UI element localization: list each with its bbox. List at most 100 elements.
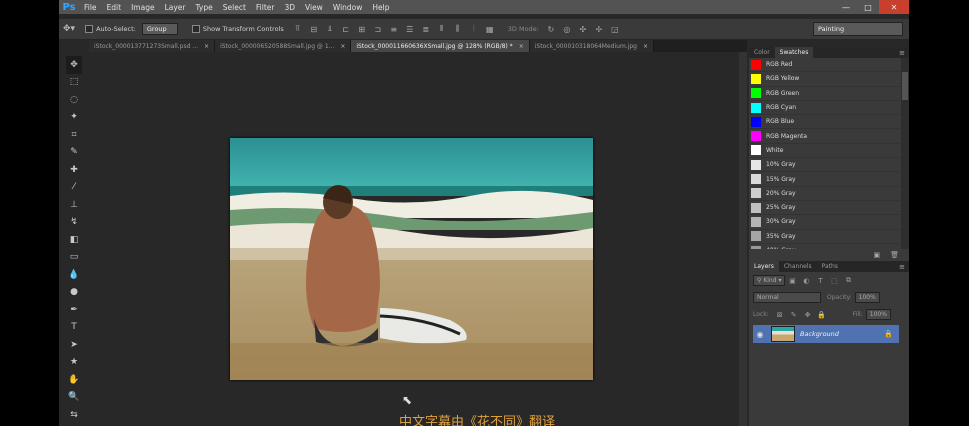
panel-menu-icon[interactable]: ≡ xyxy=(899,49,909,57)
swatch-row[interactable]: 10% Gray xyxy=(749,158,909,173)
panel-menu-icon[interactable]: ≡ xyxy=(899,263,909,271)
swatch-row[interactable]: RGB Blue xyxy=(749,115,909,130)
clone-stamp-tool-icon[interactable]: ⊥ xyxy=(66,196,82,214)
align-bottom-icon[interactable]: ⫫ xyxy=(322,24,338,34)
close-button[interactable]: ✕ xyxy=(879,0,909,14)
minimize-button[interactable]: — xyxy=(835,0,857,14)
swatch-row[interactable]: 25% Gray xyxy=(749,201,909,216)
filter-pixel-icon[interactable]: ▣ xyxy=(785,277,799,285)
marquee-tool-icon[interactable]: ⬚ xyxy=(66,74,82,92)
brush-tool-icon[interactable]: ⁄ xyxy=(66,179,82,197)
menu-edit[interactable]: Edit xyxy=(102,3,127,12)
tab-layers[interactable]: Layers xyxy=(749,261,779,272)
canvas-scrollbar[interactable] xyxy=(739,52,747,426)
3d-rotate-icon[interactable]: ↻ xyxy=(543,25,559,34)
tab-color[interactable]: Color xyxy=(749,47,775,58)
tab-channels[interactable]: Channels xyxy=(779,261,817,272)
lock-pixels-icon[interactable]: ✎ xyxy=(787,311,801,319)
distribute-bottom-icon[interactable]: ≣ xyxy=(418,25,434,34)
align-right-icon[interactable]: ⊐ xyxy=(370,25,386,34)
auto-select-dropdown[interactable]: Group xyxy=(141,23,178,35)
workspace-dropdown[interactable]: Painting xyxy=(813,22,903,36)
document-image[interactable] xyxy=(230,138,593,380)
new-swatch-icon[interactable]: ▣ xyxy=(873,251,880,259)
blur-tool-icon[interactable]: 💧 xyxy=(66,266,82,284)
zoom-tool-icon[interactable]: 🔍 xyxy=(66,389,82,407)
document-tab-active[interactable]: iStock_000011660636XSmall.jpg @ 128% (RG… xyxy=(351,40,530,52)
menu-window[interactable]: Window xyxy=(328,3,368,12)
swatch-scrollbar[interactable] xyxy=(901,58,909,249)
distribute-vcenter-icon[interactable]: ☰ xyxy=(402,25,418,34)
auto-align-icon[interactable]: ▦ xyxy=(482,25,498,34)
close-tab-icon[interactable]: × xyxy=(340,43,345,50)
move-tool-preset-icon[interactable]: ✥▾ xyxy=(59,24,79,34)
swatch-row[interactable]: 30% Gray xyxy=(749,215,909,230)
show-transform-checkbox[interactable] xyxy=(191,25,200,33)
kind-filter-dropdown[interactable]: ⚲ Kind ▾ xyxy=(753,275,786,286)
tab-paths[interactable]: Paths xyxy=(817,261,843,272)
hand-tool-icon[interactable]: ✋ xyxy=(66,371,82,389)
distribute-hcenter-icon[interactable]: ⫼ xyxy=(450,24,466,34)
opacity-field[interactable]: 100% xyxy=(854,292,880,303)
swatch-row[interactable]: RGB Yellow xyxy=(749,72,909,87)
swatch-row[interactable]: RGB Magenta xyxy=(749,129,909,144)
3d-roll-icon[interactable]: ◎ xyxy=(559,25,575,34)
lock-transparency-icon[interactable]: ⊠ xyxy=(773,311,787,319)
menu-image[interactable]: Image xyxy=(126,3,160,12)
move-tool-icon[interactable]: ✥ xyxy=(66,56,82,74)
pen-tool-icon[interactable]: ✒ xyxy=(66,301,82,319)
maximize-button[interactable]: □ xyxy=(857,0,879,14)
swap-colors-icon[interactable]: ⇆ xyxy=(66,406,82,424)
filter-adjustment-icon[interactable]: ◐ xyxy=(799,277,813,285)
swatch-row[interactable]: RGB Cyan xyxy=(749,101,909,116)
magic-wand-tool-icon[interactable]: ✦ xyxy=(66,109,82,127)
type-tool-icon[interactable]: T xyxy=(66,319,82,337)
swatch-row[interactable]: 35% Gray xyxy=(749,230,909,244)
lock-position-icon[interactable]: ✥ xyxy=(801,311,815,319)
distribute-top-icon[interactable]: ≡ xyxy=(386,25,402,34)
document-tab[interactable]: iStock_000006520588Small.jpg @ 1... × xyxy=(215,40,352,52)
swatch-row[interactable]: White xyxy=(749,144,909,159)
document-tab[interactable]: iStock_000013771273Small.psd ... × xyxy=(89,40,216,52)
eyedropper-tool-icon[interactable]: ✎ xyxy=(66,144,82,162)
swatch-row[interactable]: 40% Gray xyxy=(749,244,909,249)
filter-smart-object-icon[interactable]: ⧉ xyxy=(841,276,855,285)
blend-mode-dropdown[interactable]: Normal xyxy=(753,292,821,303)
3d-slide-icon[interactable]: ✢ xyxy=(591,25,607,34)
swatch-row[interactable]: RGB Green xyxy=(749,87,909,101)
menu-select[interactable]: Select xyxy=(218,3,251,12)
menu-layer[interactable]: Layer xyxy=(160,3,191,12)
align-vcenter-icon[interactable]: ⊟ xyxy=(306,25,322,34)
menu-type[interactable]: Type xyxy=(191,3,218,12)
swatch-scroll-thumb[interactable] xyxy=(902,72,908,100)
lasso-tool-icon[interactable]: ◌ xyxy=(66,91,82,109)
history-brush-tool-icon[interactable]: ↯ xyxy=(66,214,82,232)
tab-swatches[interactable]: Swatches xyxy=(774,47,814,58)
align-top-icon[interactable]: ⫪ xyxy=(290,24,306,34)
menu-file[interactable]: File xyxy=(79,3,102,12)
filter-type-icon[interactable]: T xyxy=(813,277,827,285)
fill-field[interactable]: 100% xyxy=(865,309,891,320)
crop-tool-icon[interactable]: ⌗ xyxy=(66,126,82,144)
filter-shape-icon[interactable]: ⬚ xyxy=(827,277,841,285)
eraser-tool-icon[interactable]: ◧ xyxy=(66,231,82,249)
swatch-row[interactable]: 15% Gray xyxy=(749,172,909,187)
menu-3d[interactable]: 3D xyxy=(279,3,300,12)
distribute-left-icon[interactable]: ⦀ xyxy=(434,24,450,34)
align-hcenter-icon[interactable]: ⊞ xyxy=(354,25,370,34)
gradient-tool-icon[interactable]: ▭ xyxy=(66,249,82,267)
swatch-row[interactable]: RGB Red xyxy=(749,58,909,73)
close-tab-icon[interactable]: × xyxy=(204,43,209,50)
distribute-right-icon[interactable]: ⦙ xyxy=(466,24,482,34)
document-tab[interactable]: iStock_000010318064Medium.jpg × xyxy=(529,40,655,52)
swatch-row[interactable]: 20% Gray xyxy=(749,187,909,201)
visibility-eye-icon[interactable]: ◉ xyxy=(753,330,767,339)
menu-help[interactable]: Help xyxy=(367,3,394,12)
align-left-icon[interactable]: ⊏ xyxy=(338,25,354,34)
lock-all-icon[interactable]: 🔒 xyxy=(815,311,829,319)
layer-row-background[interactable]: ◉ Background 🔒 xyxy=(753,325,899,343)
close-tab-icon[interactable]: × xyxy=(519,43,524,50)
healing-brush-tool-icon[interactable]: ✚ xyxy=(66,161,82,179)
shape-tool-icon[interactable]: ★ xyxy=(66,354,82,372)
3d-scale-icon[interactable]: ◲ xyxy=(607,25,623,34)
